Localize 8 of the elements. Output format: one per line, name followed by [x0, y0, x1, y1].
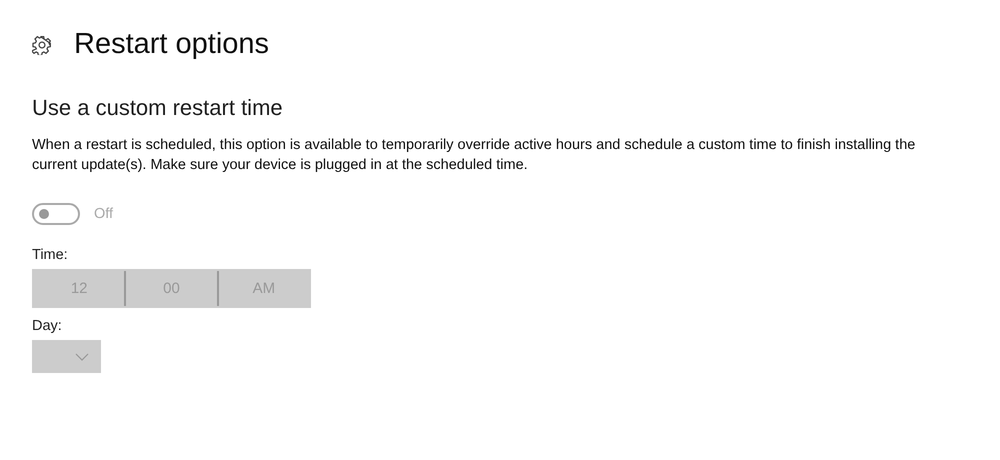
day-label: Day:: [32, 318, 62, 334]
description-text: When a restart is scheduled, this option is available to temporarily override active hours and schedule a custom time to finish installing the current update(s). Make sure your device is plugged in at the scheduled time.: [32, 136, 916, 175]
settings-icon: [32, 34, 52, 54]
page-title: Restart options: [74, 28, 270, 61]
chevron-down-icon: [75, 352, 89, 360]
section-heading: Use a custom restart time: [32, 95, 284, 121]
time-label: Time:: [32, 247, 68, 263]
toggle-state-label: Off: [94, 206, 114, 222]
